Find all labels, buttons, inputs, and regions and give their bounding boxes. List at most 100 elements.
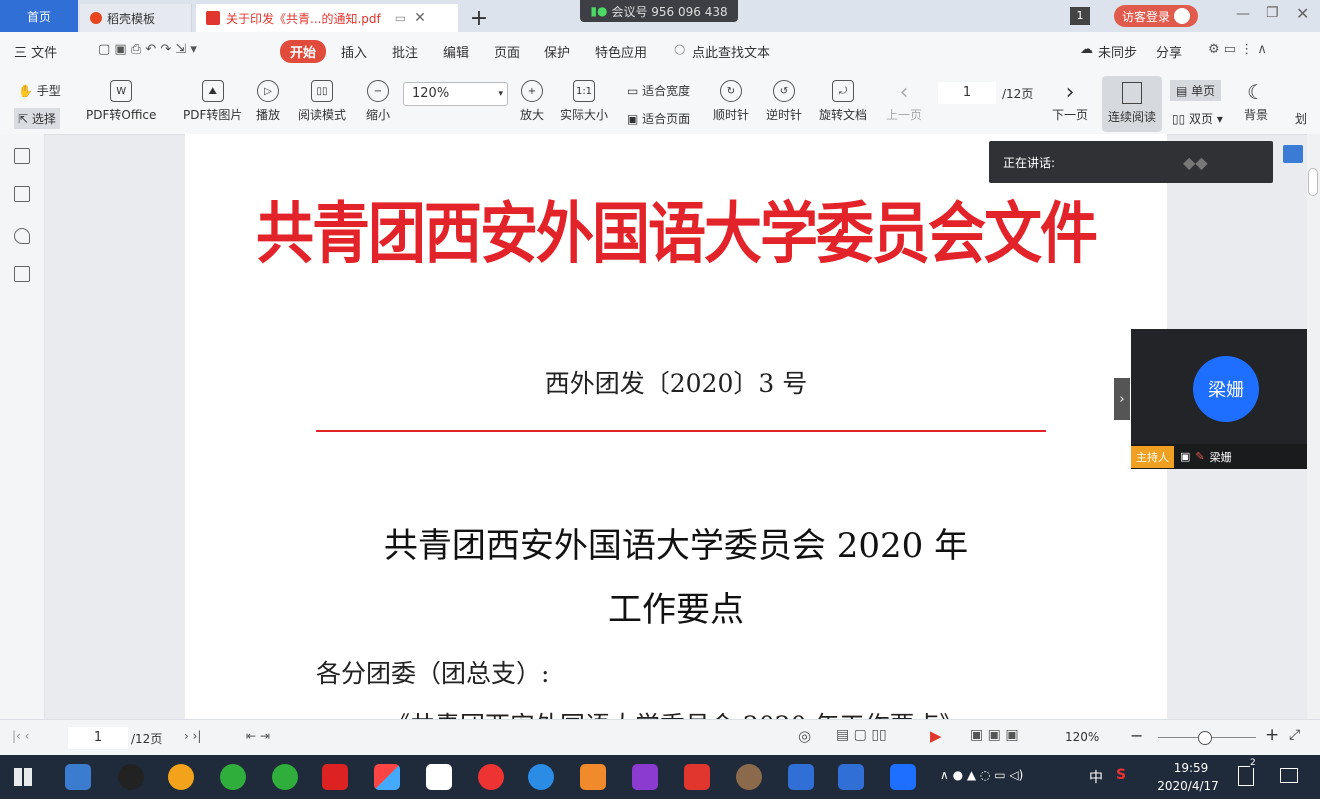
vertical-scrollbar[interactable] — [1307, 134, 1320, 719]
zoom-select[interactable]: 120% ▾ — [403, 82, 508, 106]
qq-icon[interactable] — [118, 764, 144, 790]
clock-time[interactable]: 19:59 — [1163, 761, 1219, 775]
menu-file[interactable]: 三 文件 — [14, 42, 57, 61]
document-page: 共青团西安外国语大学委员会文件 西外团发〔2020〕3 号 共青团西安外国语大学… — [185, 134, 1167, 740]
play-button[interactable]: ▷ 播放 — [256, 80, 280, 123]
fit-width-button[interactable]: ▭ 适合宽度 — [627, 82, 690, 99]
tencent-meeting-icon[interactable] — [890, 764, 916, 790]
fullscreen-icon[interactable]: ⤢ — [1289, 727, 1300, 743]
zoom-in-button[interactable]: + 放大 — [520, 80, 544, 123]
pdf-to-office-button[interactable]: W PDF转Office — [86, 80, 156, 123]
zoom-out-button[interactable]: − 缩小 — [366, 80, 390, 123]
quick-access-icons[interactable]: ▢ ▣ ⎙ ↶ ↷ ⇲ ▾ — [98, 42, 197, 57]
window-close-icon[interactable]: ✕ — [1296, 4, 1309, 23]
new-tab-button[interactable]: + — [464, 4, 494, 32]
tab-template[interactable]: 稻壳模板 — [80, 4, 192, 32]
collapse-video-button[interactable]: › — [1114, 378, 1130, 420]
browser-icon[interactable] — [220, 764, 246, 790]
zoom-slider-thumb[interactable] — [1198, 731, 1212, 745]
pdf-reader-icon[interactable] — [632, 764, 658, 790]
windows-start-icon[interactable] — [14, 768, 32, 786]
youdao-icon[interactable] — [322, 764, 348, 790]
news-app-icon[interactable] — [838, 764, 864, 790]
notes-icon[interactable] — [1238, 766, 1254, 786]
chrome-user-icon[interactable] — [736, 764, 762, 790]
next-last-page-icons[interactable]: › ›| — [184, 729, 201, 743]
security-app-icon[interactable] — [168, 764, 194, 790]
screen-share-icon[interactable] — [1283, 145, 1303, 163]
tab-home[interactable]: 首页 — [0, 0, 78, 32]
search-text-link[interactable]: 点此查找文本 — [692, 42, 770, 61]
rotate-doc-button[interactable]: ⤾ 旋转文档 — [819, 80, 867, 123]
annotation-icon[interactable] — [14, 228, 30, 244]
share-button[interactable]: 分享 — [1156, 42, 1182, 61]
read-mode-button[interactable]: ▯▯ 阅读模式 — [298, 80, 346, 123]
menu-page[interactable]: 页面 — [494, 42, 520, 61]
photo-app-icon[interactable] — [374, 764, 400, 790]
page-number-input[interactable]: 1 — [938, 82, 996, 104]
first-prev-page-icons[interactable]: |‹ ‹ — [12, 729, 29, 743]
back-forward-icons[interactable]: ⇤ ⇥ — [246, 729, 270, 743]
network-app-icon[interactable] — [65, 764, 91, 790]
prev-page-button[interactable]: ‹ 上一页 — [886, 80, 922, 123]
zoom-plus-icon[interactable]: + — [1265, 725, 1279, 745]
tray-icons[interactable]: ∧ ● ▲ ◌ ▭ ◁) — [940, 768, 1023, 782]
continuous-icon — [1122, 82, 1142, 104]
wps-writer-icon[interactable] — [788, 764, 814, 790]
wechat-icon[interactable] — [272, 764, 298, 790]
menu-features[interactable]: 特色应用 — [595, 42, 647, 61]
pdf-tool-icon[interactable] — [580, 764, 606, 790]
rotate-ccw-button[interactable]: ↺ 逆时针 — [766, 80, 802, 123]
menu-annotate[interactable]: 批注 — [392, 42, 418, 61]
zoom-minus-icon[interactable]: − — [1130, 726, 1143, 745]
baidu-netdisk-icon[interactable] — [426, 764, 452, 790]
eye-icon[interactable]: ◎ — [798, 727, 811, 745]
fit-icons[interactable]: ▣ ▣ ▣ — [970, 727, 1019, 743]
sogou-icon[interactable]: S — [1116, 767, 1126, 783]
avatar-icon — [1174, 8, 1190, 24]
wps-pdf-icon[interactable] — [684, 764, 710, 790]
rotate-cw-button[interactable]: ↻ 顺时针 — [713, 80, 749, 123]
template-icon — [90, 12, 102, 24]
sync-status[interactable]: 未同步 — [1098, 42, 1137, 61]
tab-pdf-document[interactable]: 关于印发《共青...的通知.pdf ▭ ✕ — [196, 4, 458, 32]
close-icon[interactable]: ✕ — [414, 10, 426, 26]
scrollbar-thumb[interactable] — [1308, 168, 1318, 196]
window-count-icon[interactable]: 1 — [1070, 7, 1090, 25]
single-page-button[interactable]: ▤ 单页 — [1170, 80, 1222, 101]
minimize-icon[interactable]: — — [1236, 6, 1250, 22]
meeting-id-pill[interactable]: ▮● 会议号 956 096 438 — [580, 0, 738, 22]
continuous-read-button[interactable]: 连续阅读 — [1102, 76, 1162, 132]
moon-icon: ☾ — [1247, 80, 1265, 104]
clock-date[interactable]: 2020/4/17 — [1150, 779, 1226, 793]
hand-tool[interactable]: ✋ 手型 — [18, 82, 61, 99]
fit-page-button[interactable]: ▣ 适合页面 — [627, 110, 690, 127]
restore-icon[interactable]: ❐ — [1266, 5, 1279, 21]
netease-music-icon[interactable] — [478, 764, 504, 790]
video-panel: 梁姗 主持人 ▣ ✎ 梁姗 — [1131, 329, 1320, 469]
ime-indicator[interactable]: 中 — [1089, 767, 1103, 787]
thumbnail-icon[interactable] — [14, 186, 30, 202]
menu-edit[interactable]: 编辑 — [443, 42, 469, 61]
settings-icons[interactable]: ⚙ ▭ ⋮ ∧ — [1208, 42, 1267, 57]
select-tool[interactable]: ⇱ 选择 — [14, 108, 60, 129]
app-store-icon[interactable] — [528, 764, 554, 790]
background-button[interactable]: ☾ 背景 — [1244, 80, 1268, 123]
guest-login-button[interactable]: 访客登录 — [1114, 5, 1198, 27]
pdf-to-image-button[interactable]: ⛰ PDF转图片 — [183, 80, 242, 123]
convert-icon[interactable] — [14, 266, 30, 282]
outline-icon[interactable] — [14, 148, 30, 164]
action-center-icon[interactable] — [1280, 768, 1298, 783]
pin-icon[interactable]: ▭ — [395, 11, 406, 25]
cloud-sync-icon[interactable]: ☁ — [1080, 42, 1093, 57]
next-page-button[interactable]: › 下一页 — [1052, 80, 1088, 123]
menu-protect[interactable]: 保护 — [544, 42, 570, 61]
view-mode-icons[interactable]: ▤ ▢ ▯▯ — [836, 727, 887, 743]
status-page-input[interactable]: 1 — [68, 727, 128, 749]
actual-size-button[interactable]: 1:1 实际大小 — [560, 80, 608, 123]
double-page-button[interactable]: ▯▯ 双页 ▾ — [1172, 110, 1223, 127]
play-red-icon[interactable]: ▶ — [930, 727, 942, 745]
menu-insert[interactable]: 插入 — [341, 42, 367, 61]
cut-button[interactable]: 划 — [1295, 110, 1307, 127]
menu-start[interactable]: 开始 — [280, 40, 327, 63]
